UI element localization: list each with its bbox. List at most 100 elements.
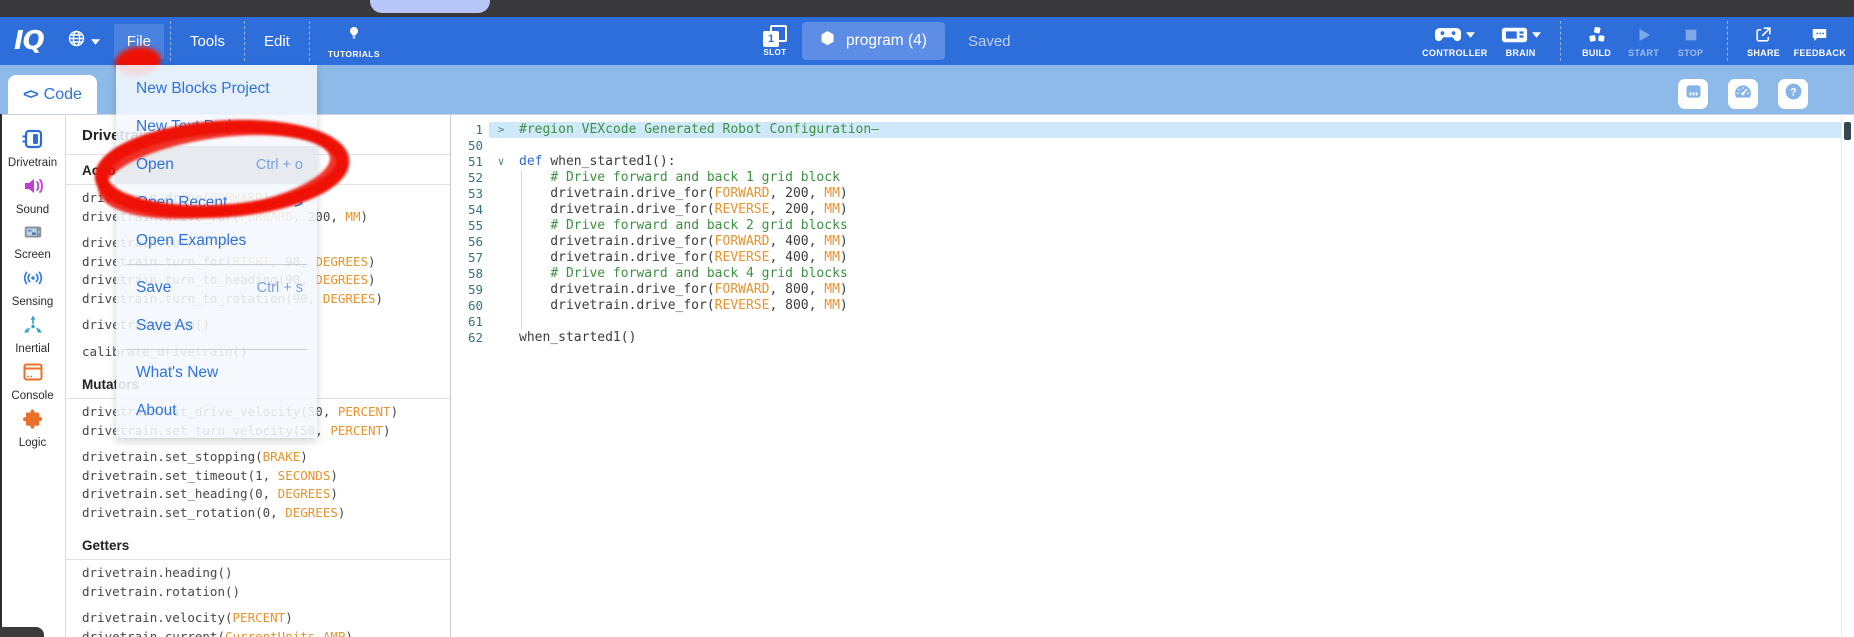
editor-line[interactable]: 52 # Drive forward and back 1 grid block <box>451 170 1854 186</box>
reference-snippet[interactable]: drivetrain.set_rotation(0, DEGREES) <box>66 504 450 523</box>
editor-line[interactable]: 60 drivetrain.drive_for(REVERSE, 800, MM… <box>451 298 1854 314</box>
editor-scrollbar-track[interactable] <box>1841 114 1842 637</box>
device-button[interactable] <box>1678 79 1708 109</box>
menu-item-label: New Blocks Project <box>136 80 270 98</box>
code-line-text: # Drive forward and back 1 grid block <box>513 170 840 186</box>
share-button[interactable]: SHARE <box>1747 25 1781 58</box>
code-line-text: # Drive forward and back 4 grid blocks <box>513 266 848 282</box>
file-menu-item-open[interactable]: OpenCtrl + o <box>116 146 317 184</box>
code-token: FORWARD <box>715 282 770 297</box>
menu-edit[interactable]: Edit <box>251 24 303 59</box>
tutorials-label: TUTORIALS <box>328 49 380 59</box>
code-token: ) <box>376 291 384 306</box>
start-button[interactable]: START <box>1627 25 1661 58</box>
file-menu-item-save-as[interactable]: Save As <box>116 307 317 345</box>
code-token: ) <box>360 209 368 224</box>
dashboard-button[interactable] <box>1728 79 1758 109</box>
file-menu-item-open-recent[interactable]: Open Recent> <box>116 184 317 222</box>
stop-button[interactable]: STOP <box>1674 25 1708 58</box>
console-icon <box>20 360 46 389</box>
file-menu-item-save[interactable]: SaveCtrl + s <box>116 269 317 307</box>
editor-line[interactable]: 58 # Drive forward and back 4 grid block… <box>451 266 1854 282</box>
tutorials-button[interactable]: TUTORIALS <box>316 24 392 59</box>
editor-line[interactable]: 53 drivetrain.drive_for(FORWARD, 200, MM… <box>451 186 1854 202</box>
sidebar-item-sensing[interactable]: Sensing <box>0 266 65 308</box>
toolbar-button-label: SHARE <box>1747 48 1780 58</box>
editor-line[interactable]: 61 <box>451 314 1854 330</box>
reference-snippet[interactable]: drivetrain.velocity(PERCENT) <box>66 609 450 628</box>
line-number: 57 <box>451 250 489 266</box>
tab-code[interactable]: <> Code <box>8 75 97 114</box>
menu-tools[interactable]: Tools <box>177 24 238 59</box>
editor-line[interactable]: 57 drivetrain.drive_for(REVERSE, 400, MM… <box>451 250 1854 266</box>
brain-button[interactable]: BRAIN <box>1501 25 1541 58</box>
menu-file[interactable]: File <box>114 24 164 59</box>
editor-line[interactable]: 50 <box>451 138 1854 154</box>
sound-icon <box>20 174 46 203</box>
help-button[interactable]: ? <box>1778 79 1808 109</box>
sidebar-item-console[interactable]: Console <box>0 360 65 402</box>
code-token: DEGREES <box>315 272 368 287</box>
code-token: ) <box>840 250 848 265</box>
fold-gutter <box>489 186 513 202</box>
svg-text:?: ? <box>1790 86 1797 98</box>
editor-line[interactable]: 62when_started1() <box>451 330 1854 346</box>
sidebar-item-sound[interactable]: Sound <box>0 174 65 216</box>
reference-snippet[interactable]: drivetrain.heading() <box>66 564 450 583</box>
slot-button[interactable]: 1 SLOT <box>763 25 787 57</box>
code-line-text: drivetrain.drive_for(REVERSE, 400, MM) <box>513 250 848 266</box>
editor-line[interactable]: 59 drivetrain.drive_for(FORWARD, 800, MM… <box>451 282 1854 298</box>
code-token: # Drive forward and back 4 grid blocks <box>550 266 847 281</box>
code-token: ) <box>383 423 391 438</box>
reference-snippet[interactable]: drivetrain.rotation() <box>66 583 450 602</box>
fold-toggle-icon[interactable]: ∨ <box>489 154 513 170</box>
fold-gutter <box>489 170 513 186</box>
code-token: MM <box>345 209 360 224</box>
code-token: ) <box>345 629 353 637</box>
reference-snippet[interactable]: drivetrain.set_timeout(1, SECONDS) <box>66 467 450 486</box>
reference-snippet[interactable]: drivetrain.set_stopping(BRAKE) <box>66 448 450 467</box>
sidebar-item-screen[interactable]: Screen <box>0 221 65 261</box>
editor-line[interactable]: 56 drivetrain.drive_for(FORWARD, 400, MM… <box>451 234 1854 250</box>
code-token: drivetrain.current( <box>82 629 225 637</box>
code-token: FORWARD <box>715 234 770 249</box>
build-button[interactable]: BUILD <box>1580 25 1614 58</box>
program-name-button[interactable]: program (4) <box>802 22 945 60</box>
menu-item-label: New Text Project <box>136 118 252 136</box>
sidebar-item-logic[interactable]: Logic <box>0 407 65 449</box>
file-menu-item-what-s-new[interactable]: What's New <box>116 354 317 392</box>
editor-line[interactable]: 55 # Drive forward and back 2 grid block… <box>451 218 1854 234</box>
code-token: SECONDS <box>278 468 331 483</box>
slot-number: 1 <box>763 31 779 47</box>
file-menu-item-about[interactable]: About <box>116 392 317 430</box>
code-token: drivetrain.heading() <box>82 565 233 580</box>
reference-snippet[interactable]: drivetrain.current(CurrentUnits.AMP) <box>66 628 450 637</box>
editor-line[interactable]: 54 drivetrain.drive_for(REVERSE, 200, MM… <box>451 202 1854 218</box>
code-token: ) <box>840 186 848 201</box>
fold-gutter <box>489 330 513 346</box>
editor-line[interactable]: 1>#region VEXcode Generated Robot Config… <box>451 122 1854 138</box>
file-menu-item-new-text-project[interactable]: New Text Project <box>116 108 317 146</box>
file-menu-item-open-examples[interactable]: Open Examples <box>116 222 317 260</box>
fold-toggle-icon[interactable]: > <box>489 122 513 138</box>
menu-item-label: Save As <box>136 317 193 335</box>
stop-icon <box>1683 25 1699 45</box>
code-line-text: drivetrain.drive_for(FORWARD, 400, MM) <box>513 234 848 250</box>
code-token: ) <box>840 202 848 217</box>
code-token: ) <box>368 254 376 269</box>
sidebar-item-drivetrain[interactable]: Drivetrain <box>0 127 65 169</box>
fold-gutter <box>489 202 513 218</box>
code-token: drivetrain.drive_for( <box>519 202 715 217</box>
file-menu-item-new-blocks-project[interactable]: New Blocks Project <box>116 70 317 108</box>
sidebar-item-label: Sound <box>16 204 49 216</box>
editor-scrollbar-thumb[interactable] <box>1844 122 1851 140</box>
feedback-button[interactable]: FEEDBACK <box>1794 25 1846 58</box>
code-token: # Drive forward and back 1 grid block <box>550 170 840 185</box>
editor-line[interactable]: 51∨def when_started1(): <box>451 154 1854 170</box>
code-editor[interactable]: 1>#region VEXcode Generated Robot Config… <box>451 114 1854 637</box>
toolbar-separator <box>1727 21 1728 61</box>
language-button[interactable] <box>66 28 100 54</box>
controller-button[interactable]: CONTROLLER <box>1422 25 1488 58</box>
sidebar-item-inertial[interactable]: Inertial <box>0 313 65 355</box>
reference-snippet[interactable]: drivetrain.set_heading(0, DEGREES) <box>66 485 450 504</box>
